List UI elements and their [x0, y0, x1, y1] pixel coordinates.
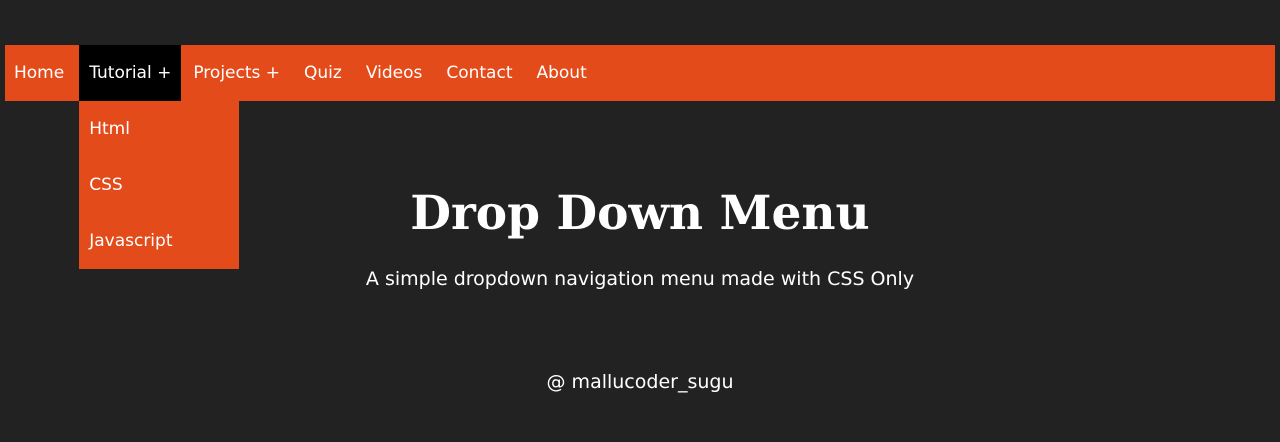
dropdown-item-html[interactable]: Html — [79, 101, 239, 157]
navbar: Home Tutorial + Html CSS Javascript Proj… — [5, 45, 1275, 269]
nav-item-videos[interactable]: Videos — [354, 45, 435, 101]
page: Home Tutorial + Html CSS Javascript Proj… — [0, 0, 1280, 442]
nav-link-quiz[interactable]: Quiz — [292, 45, 354, 101]
nav-list: Home Tutorial + Html CSS Javascript Proj… — [5, 45, 1275, 269]
nav-item-quiz[interactable]: Quiz — [292, 45, 354, 101]
nav-link-videos[interactable]: Videos — [354, 45, 435, 101]
page-subtitle: A simple dropdown navigation menu made w… — [365, 268, 915, 290]
nav-item-contact[interactable]: Contact — [434, 45, 524, 101]
nav-link-tutorial[interactable]: Tutorial + — [79, 45, 182, 101]
nav-item-tutorial[interactable]: Tutorial + Html CSS Javascript — [79, 45, 240, 269]
nav-item-about[interactable]: About — [524, 45, 598, 101]
page-title: Drop Down Menu — [410, 186, 870, 241]
nav-item-home[interactable]: Home — [5, 45, 79, 101]
nav-link-home[interactable]: Home — [5, 45, 79, 101]
nav-item-projects[interactable]: Projects + — [181, 45, 292, 101]
author-credit: @ mallucoder_sugu — [546, 371, 734, 393]
nav-link-contact[interactable]: Contact — [434, 45, 524, 101]
nav-link-about[interactable]: About — [524, 45, 598, 101]
nav-link-projects[interactable]: Projects + — [181, 45, 292, 101]
